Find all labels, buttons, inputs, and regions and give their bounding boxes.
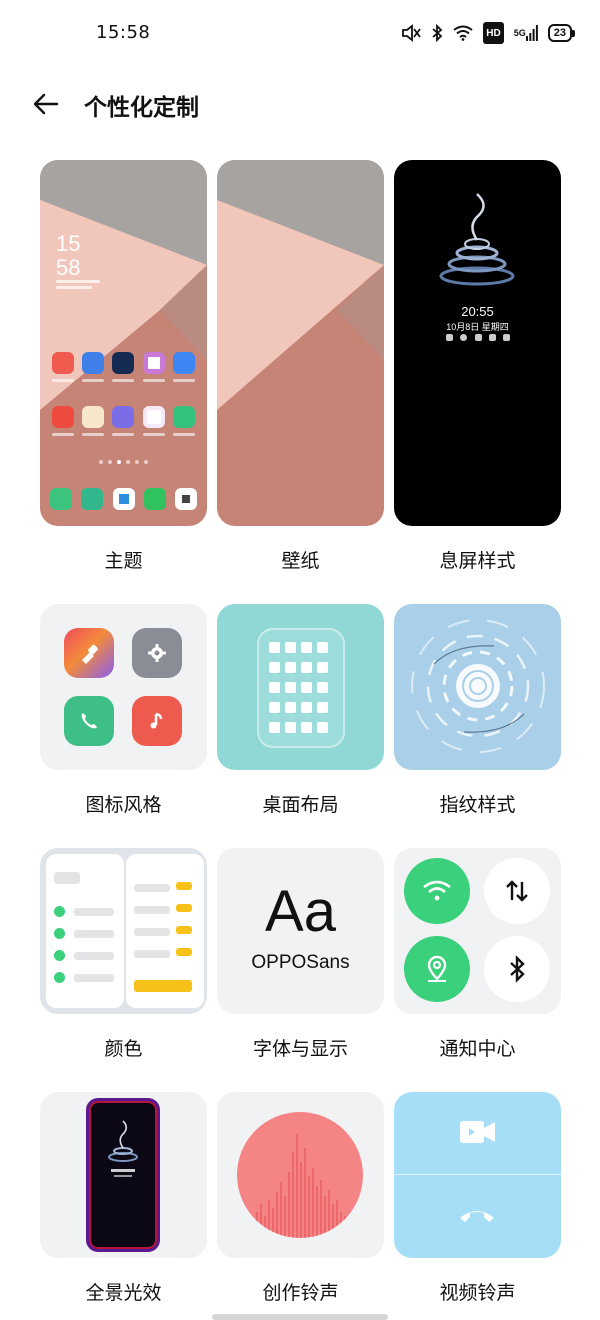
video-camera-icon [460, 1120, 496, 1148]
panorama-item[interactable]: 全景光效 [40, 1092, 207, 1304]
status-time: 15:58 [96, 22, 151, 43]
layout-label: 桌面布局 [262, 794, 339, 816]
signal-type: 5G [513, 28, 526, 38]
hd-icon: HD [483, 22, 504, 44]
page-title: 个性化定制 [84, 95, 199, 121]
bluetooth-toggle-icon [484, 936, 550, 1002]
ringtone-preview[interactable] [217, 1092, 384, 1258]
video-ringtone-item[interactable]: 视频铃声 [394, 1092, 561, 1304]
ringtone-item[interactable]: 创作铃声 [217, 1092, 384, 1304]
video-ringtone-preview[interactable] [394, 1092, 561, 1258]
panorama-preview[interactable] [40, 1092, 207, 1258]
layout-item[interactable]: 桌面布局 [217, 604, 384, 816]
theme-item[interactable]: 15 58 主题 [40, 160, 207, 572]
panorama-phone-graphic [86, 1098, 160, 1252]
wifi-icon [453, 22, 473, 44]
fingerprint-item[interactable]: 指纹样式 [394, 604, 561, 816]
layout-phone-frame [257, 628, 345, 748]
icon-style-item[interactable]: 图标风格 [40, 604, 207, 816]
back-button[interactable] [28, 86, 64, 122]
aod-preview[interactable]: 20:55 10月8日 星期四 [394, 160, 561, 526]
fingerprint-ripple-graphic [411, 619, 545, 753]
notification-preview[interactable] [394, 848, 561, 1014]
color-preview[interactable] [40, 848, 207, 1014]
icon-style-preview[interactable] [40, 604, 207, 770]
aod-swirl-graphic [439, 193, 515, 286]
music-note-icon [132, 696, 182, 746]
fingerprint-preview[interactable] [394, 604, 561, 770]
fingerprint-label: 指纹样式 [439, 794, 516, 816]
color-label: 颜色 [104, 1038, 143, 1060]
wallpaper-preview[interactable] [217, 160, 384, 526]
brush-icon [64, 628, 114, 678]
notification-item[interactable]: 通知中心 [394, 848, 561, 1060]
icon-style-label: 图标风格 [85, 794, 162, 816]
ringtone-label: 创作铃声 [262, 1282, 339, 1304]
theme-label: 主题 [104, 550, 143, 572]
hang-up-icon [458, 1206, 496, 1228]
wallpaper-graphic [217, 160, 384, 526]
status-bar: 15:58 HD 5G 23 [0, 0, 600, 66]
location-icon [404, 936, 470, 1002]
theme-app-row-1 [48, 352, 199, 374]
wallpaper-label: 壁纸 [281, 550, 320, 572]
font-preview[interactable]: Aa OPPOSans [217, 848, 384, 1014]
arrow-left-icon [33, 93, 59, 115]
font-label: 字体与显示 [252, 1038, 348, 1060]
video-ringtone-label: 视频铃声 [439, 1282, 516, 1304]
color-panel-left [46, 854, 124, 1008]
theme-dock [50, 488, 197, 510]
notification-label: 通知中心 [439, 1038, 516, 1060]
phone-icon [64, 696, 114, 746]
bluetooth-icon [431, 22, 443, 44]
aod-date: 10月8日 星期四 [446, 322, 509, 332]
layout-preview[interactable] [217, 604, 384, 770]
mute-icon [399, 22, 422, 44]
page-dots [40, 460, 207, 464]
aod-item[interactable]: 20:55 10月8日 星期四 息屏样式 [394, 160, 561, 572]
video-divider [394, 1174, 561, 1175]
wallpaper-graphic [40, 160, 207, 526]
aod-label: 息屏样式 [439, 550, 516, 572]
aod-notification-icons [446, 334, 510, 341]
mobile-data-icon [484, 858, 550, 924]
aod-time: 20:55 [461, 304, 494, 319]
color-item[interactable]: 颜色 [40, 848, 207, 1060]
ringtone-wave-graphic [237, 1112, 363, 1238]
status-icons: HD 5G 23 [399, 22, 576, 44]
wallpaper-item[interactable]: 壁纸 [217, 160, 384, 572]
font-name: OPPOSans [251, 952, 350, 973]
signal-icon: 5G [514, 22, 538, 44]
battery-level: 23 [553, 27, 566, 39]
theme-date-lines [56, 280, 106, 292]
battery-icon: 23 [547, 24, 576, 42]
font-item[interactable]: Aa OPPOSans 字体与显示 [217, 848, 384, 1060]
panorama-label: 全景光效 [85, 1282, 162, 1304]
color-panel-right [126, 854, 204, 1008]
home-indicator[interactable] [212, 1314, 388, 1320]
page-header: 个性化定制 [0, 72, 600, 136]
wifi-toggle-icon [404, 858, 470, 924]
settings-gear-icon [132, 628, 182, 678]
layout-icon-grid [269, 642, 328, 733]
theme-preview[interactable]: 15 58 [40, 160, 207, 526]
theme-app-row-2 [48, 406, 199, 428]
font-sample: Aa [265, 879, 336, 944]
theme-clock: 15 58 [56, 231, 81, 280]
